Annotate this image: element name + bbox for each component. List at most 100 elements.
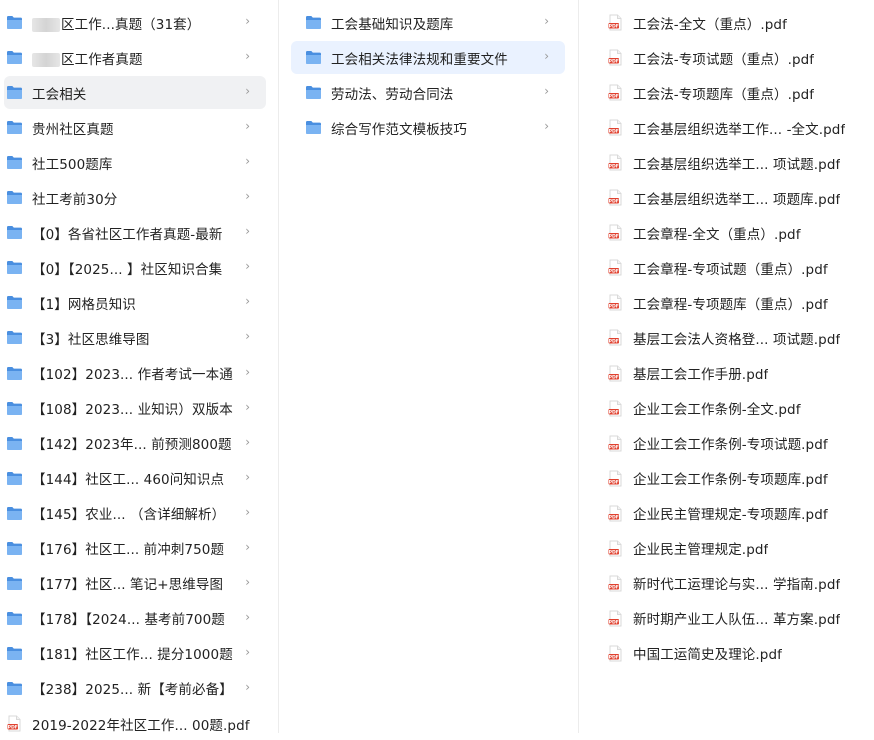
svg-text:PDF: PDF [609, 619, 619, 625]
file-item[interactable]: PDF 工会基层组织选举工... 项题库.pdf [603, 181, 863, 214]
chevron-right-icon: › [245, 119, 250, 134]
svg-text:PDF: PDF [609, 409, 619, 415]
pdf-file-icon: PDF [607, 49, 624, 66]
item-label: 【0】【2025... 】社区知识合集 [32, 258, 222, 278]
item-label-text: 【177】社区... 笔记+思维导图 [32, 577, 224, 594]
chevron-right-icon: › [544, 14, 549, 28]
file-item[interactable]: PDF 企业民主管理规定.pdf [603, 532, 863, 565]
svg-text:PDF: PDF [609, 479, 619, 485]
file-item[interactable]: PDF 企业工会工作条例-专项题库.pdf [603, 462, 863, 495]
file-item[interactable]: PDF 工会法-全文（重点）.pdf [603, 6, 863, 39]
folder-item[interactable]: 综合写作范文模板技巧 › [291, 111, 565, 144]
chevron-right-icon: › [245, 259, 250, 274]
item-label-text: 【1】网格员知识 [32, 296, 136, 313]
folder-item[interactable]: 【3】社区思维导图 › [4, 321, 266, 354]
folder-icon [6, 260, 23, 275]
file-item[interactable]: PDF 中国工运简史及理论.pdf [603, 637, 863, 670]
folder-item[interactable]: 劳动法、劳动合同法 › [291, 76, 565, 109]
file-item[interactable]: PDF 工会章程-专项试题（重点）.pdf [603, 251, 863, 284]
folder-item[interactable]: 【144】社区工... 460问知识点 › [4, 462, 266, 495]
file-item[interactable]: PDF 企业工会工作条例-全文.pdf [603, 392, 863, 425]
item-label-text: 【0】各省社区工作者真题-最新 [32, 226, 223, 243]
folder-icon [6, 330, 23, 345]
pdf-file-icon: PDF [607, 259, 624, 276]
folder-item[interactable]: 【181】社区工作... 提分1000题 › [4, 637, 266, 670]
folder-item[interactable]: 工会相关 › [4, 76, 266, 110]
item-label-text: 【102】2023... 作者考试一本通 [32, 367, 233, 383]
file-item[interactable]: PDF 新时代工运理论与实... 学指南.pdf [603, 567, 863, 600]
folder-item[interactable]: 【102】2023... 作者考试一本通 › [4, 357, 266, 390]
folder-item[interactable]: 【177】社区... 笔记+思维导图 › [4, 567, 266, 600]
file-item[interactable]: PDF 2019-2022年社区工作... 00题.pdf [4, 707, 266, 740]
folder-item[interactable]: 【142】2023年... 前预测800题 › [4, 427, 266, 460]
item-label-text: 社工500题库 [32, 156, 113, 173]
file-item[interactable]: PDF 工会基层组织选举工... 项试题.pdf [603, 146, 863, 179]
file-item[interactable]: PDF 基层工会工作手册.pdf [603, 357, 863, 390]
item-label: 工会法-专项试题（重点）.pdf [633, 48, 814, 68]
svg-text:PDF: PDF [609, 23, 619, 29]
folder-item[interactable]: 【1】网格员知识 › [4, 286, 266, 319]
item-label: 【238】2025... 新【考前必备】 [32, 678, 233, 698]
svg-text:PDF: PDF [609, 654, 619, 660]
folder-item[interactable]: 工会基础知识及题库 › [291, 6, 565, 39]
item-label-text: 企业工会工作条例-专项试题.pdf [633, 437, 828, 454]
folder-icon [6, 190, 23, 205]
folder-item[interactable]: 【238】2025... 新【考前必备】 › [4, 672, 266, 705]
folder-item[interactable]: 【176】社区工... 前冲刺750题 › [4, 532, 266, 565]
pdf-file-icon: PDF [607, 470, 624, 487]
item-label-text: 【0】【2025... 】社区知识合集 [32, 261, 223, 278]
pdf-file-icon: PDF [607, 540, 624, 557]
folder-item[interactable]: 工会相关法律法规和重要文件 › [291, 41, 565, 75]
folder-item[interactable]: 区工作...真题（31套） › [4, 6, 266, 39]
redacted-text-blur [32, 17, 60, 32]
file-item[interactable]: PDF 工会法-专项试题（重点）.pdf [603, 41, 863, 74]
redacted-text-blur [32, 52, 60, 67]
svg-text:PDF: PDF [609, 444, 619, 450]
item-label: 【177】社区... 笔记+思维导图 [32, 573, 223, 593]
item-label: 工会章程-全文（重点）.pdf [633, 223, 801, 243]
folder-icon [6, 85, 23, 100]
item-label-text: 工会章程-全文（重点）.pdf [633, 226, 801, 243]
item-label: 贵州社区真题 [32, 118, 114, 138]
folder-icon [6, 576, 23, 591]
folder-icon [305, 85, 322, 100]
file-item[interactable]: PDF 工会章程-专项题库（重点）.pdf [603, 286, 863, 319]
file-item[interactable]: PDF 工会基层组织选举工作... -全文.pdf [603, 111, 863, 144]
item-label-text: 工会法-专项试题（重点）.pdf [633, 51, 815, 68]
file-item[interactable]: PDF 工会法-专项题库（重点）.pdf [603, 76, 863, 109]
folder-item[interactable]: 【0】【2025... 】社区知识合集 › [4, 251, 266, 284]
svg-text:PDF: PDF [609, 514, 619, 520]
folder-item[interactable]: 社工考前30分 › [4, 181, 266, 214]
file-item[interactable]: PDF 企业民主管理规定-专项题库.pdf [603, 497, 863, 530]
folder-icon [6, 506, 23, 521]
item-label: 工会基础知识及题库 [331, 13, 453, 33]
item-label: 工会基层组织选举工作... -全文.pdf [633, 118, 845, 138]
item-label-text: 贵州社区真题 [32, 121, 114, 138]
item-label: 【145】农业... （含详细解析） [32, 503, 225, 523]
folder-icon [305, 120, 322, 135]
folder-item[interactable]: 社工500题库 › [4, 146, 266, 179]
folder-icon [6, 646, 23, 661]
chevron-right-icon: › [245, 504, 250, 519]
item-label-text: 【108】2023... 业知识）双版本 [32, 402, 233, 419]
file-item[interactable]: PDF 工会章程-全文（重点）.pdf [603, 216, 863, 249]
item-label: 【181】社区工作... 提分1000题 [32, 643, 233, 663]
file-item[interactable]: PDF 新时期产业工人队伍... 革方案.pdf [603, 602, 863, 635]
chevron-right-icon: › [245, 14, 250, 28]
item-label-text: 企业工会工作条例-专项题库.pdf [633, 472, 828, 489]
item-label-text: 工会章程-专项试题（重点）.pdf [633, 261, 828, 278]
folder-item[interactable]: 【0】各省社区工作者真题-最新 › [4, 216, 266, 249]
item-label: 2019-2022年社区工作... 00题.pdf [32, 714, 250, 734]
item-label: 【178】【2024... 基考前700题 [32, 608, 225, 628]
folder-item[interactable]: 【178】【2024... 基考前700题 › [4, 602, 266, 635]
folder-item[interactable]: 区工作者真题 › [4, 41, 266, 74]
folder-item[interactable]: 【108】2023... 业知识）双版本 › [4, 392, 266, 425]
item-label: 【102】2023... 作者考试一本通 [32, 363, 233, 383]
file-item[interactable]: PDF 企业工会工作条例-专项试题.pdf [603, 427, 863, 460]
folder-icon [6, 611, 23, 626]
folder-item[interactable]: 贵州社区真题 › [4, 111, 266, 144]
svg-text:PDF: PDF [609, 58, 619, 64]
file-column-level-3: PDF 工会法-全文（重点）.pdf PDF 工会法-专项试题（重点）.pdf PDF 工… [579, 0, 874, 733]
folder-item[interactable]: 【145】农业... （含详细解析） › [4, 497, 266, 530]
file-item[interactable]: PDF 基层工会法人资格登... 项试题.pdf [603, 321, 863, 354]
